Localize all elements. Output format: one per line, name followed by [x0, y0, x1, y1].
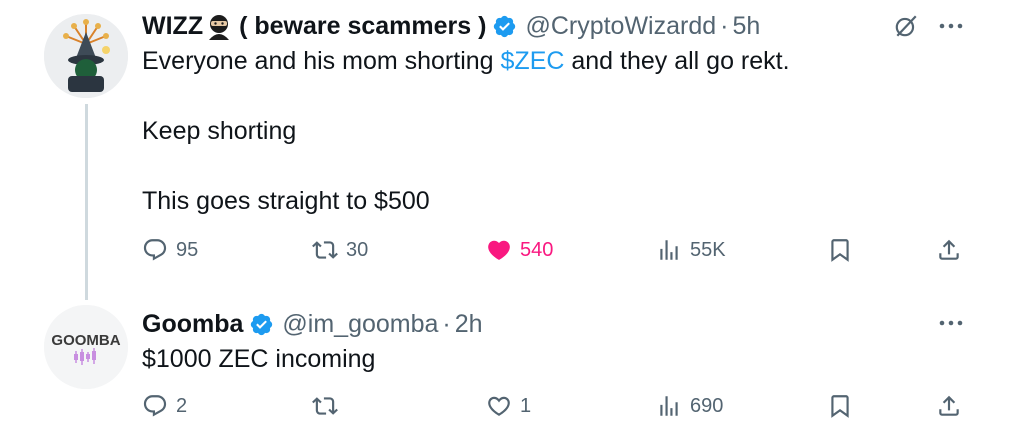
svg-text:GOOMBA: GOOMBA — [51, 332, 120, 349]
repost-icon — [312, 241, 338, 259]
bookmark-icon — [831, 395, 849, 418]
views-icon — [660, 396, 678, 416]
reply-count: 2 — [176, 394, 188, 417]
like-count: 540 — [520, 238, 554, 261]
like-icon — [488, 240, 510, 260]
cashtag-link[interactable]: $ZEC — [501, 47, 565, 75]
timestamp[interactable]: 2h — [455, 310, 483, 339]
reply-button[interactable]: 2 — [142, 389, 187, 423]
views-count: 690 — [690, 394, 724, 417]
goomba-avatar[interactable]: GOOMBA — [44, 305, 128, 389]
reply-icon — [143, 395, 167, 417]
like-button[interactable]: 540 — [486, 233, 553, 267]
tweet-text-line-3: This goes straight to $500 — [142, 187, 430, 215]
share-button[interactable] — [936, 389, 962, 423]
tweet-actions: 2 1 690 — [142, 389, 1022, 423]
tweet-goomba[interactable]: Goomba @im_goomba · 2h $1000 ZEC incomin… — [142, 306, 1032, 418]
timestamp[interactable]: 5h — [732, 12, 760, 41]
wizard-avatar-image — [44, 14, 128, 98]
display-name-suffix[interactable]: ( beware scammers ) — [239, 12, 486, 41]
bookmark-button[interactable] — [827, 233, 853, 267]
tweet-header: Goomba @im_goomba · 2h — [142, 306, 1032, 342]
views-button[interactable]: 55K — [656, 233, 726, 267]
separator-dot: · — [720, 11, 729, 40]
user-handle[interactable]: @im_goomba — [282, 310, 438, 339]
share-icon — [939, 395, 959, 416]
bookmark-icon — [831, 239, 849, 262]
repost-count: 30 — [346, 238, 369, 261]
thread-line — [85, 104, 88, 300]
like-icon — [488, 396, 510, 416]
more-icon[interactable] — [936, 21, 966, 31]
tweet-text-line-2: Keep shorting — [142, 117, 297, 145]
like-button[interactable]: 1 — [486, 389, 531, 423]
tweet-actions: 95 30 540 55K — [142, 233, 1022, 267]
reply-button[interactable]: 95 — [142, 233, 198, 267]
user-handle[interactable]: @CryptoWizardd — [525, 12, 716, 41]
repost-button[interactable]: 30 — [312, 233, 368, 267]
tweet-text-part: and they all go rekt. — [564, 47, 790, 75]
views-count: 55K — [690, 238, 726, 261]
repost-button[interactable] — [312, 389, 346, 423]
display-name[interactable]: Goomba — [142, 310, 243, 339]
separator-dot: · — [442, 309, 451, 338]
tweet-text-part: Everyone and his mom shorting — [142, 47, 501, 75]
display-name[interactable]: WIZZ — [142, 12, 203, 41]
share-button[interactable] — [936, 233, 962, 267]
ninja-emoji-icon — [209, 15, 230, 40]
reply-icon — [143, 239, 167, 261]
tweet-text: $1000 ZEC incoming — [142, 345, 376, 373]
like-count: 1 — [520, 394, 532, 417]
wizz-avatar[interactable] — [44, 14, 128, 98]
tweet-text: Everyone and his mom shorting $ZEC and t… — [142, 44, 1032, 219]
share-icon — [939, 239, 959, 260]
reply-count: 95 — [176, 238, 199, 261]
views-button[interactable]: 690 — [656, 389, 723, 423]
more-icon[interactable] — [936, 318, 966, 328]
tweet-text-line-1: Everyone and his mom shorting $ZEC and t… — [142, 44, 1032, 79]
tweet-wizz[interactable]: WIZZ ( beware scammers ) @CryptoWizardd … — [142, 8, 1032, 262]
goomba-logo-image: GOOMBA — [44, 305, 128, 389]
verified-badge-icon[interactable] — [249, 312, 274, 337]
grok-icon[interactable] — [893, 13, 919, 39]
repost-icon — [312, 397, 338, 415]
views-icon — [660, 240, 678, 260]
verified-badge-icon[interactable] — [492, 14, 517, 39]
bookmark-button[interactable] — [827, 389, 853, 423]
